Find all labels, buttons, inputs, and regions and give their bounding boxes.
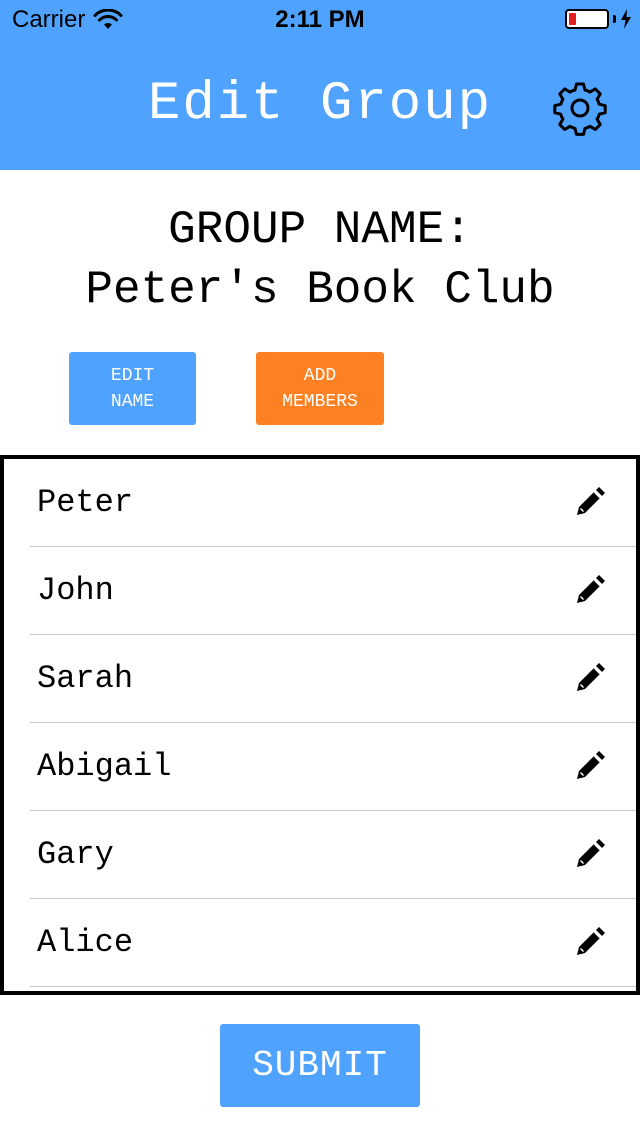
header-bar: Carrier 2:11 PM Edit Group [0,0,640,170]
status-time: 2:11 PM [275,6,365,33]
members-list[interactable]: Peter John Sarah Abigail Gary Alice [0,455,640,995]
pencil-icon[interactable] [572,926,606,960]
pencil-icon[interactable] [572,838,606,872]
pencil-icon[interactable] [572,750,606,784]
member-row[interactable]: John [30,547,636,635]
member-row[interactable]: Peter [30,459,636,547]
charging-bolt-icon [621,9,631,29]
member-row[interactable]: Abigail [30,723,636,811]
member-name: Sarah [37,660,134,697]
gear-icon [553,82,607,136]
settings-button[interactable] [550,78,610,138]
add-members-button[interactable]: ADD MEMBERS [256,352,384,425]
submit-button[interactable]: SUBMIT [220,1024,420,1107]
member-row[interactable]: Sarah [30,635,636,723]
member-row[interactable]: Gary [30,811,636,899]
battery-level [569,13,577,25]
battery-tip [613,15,616,23]
member-name: John [37,572,114,609]
group-name-block: GROUP NAME: Peter's Book Club [0,200,640,320]
group-name-label: GROUP NAME: [168,204,472,256]
page-title: Edit Group [147,74,493,135]
pencil-icon[interactable] [572,662,606,696]
member-name: Gary [37,836,114,873]
member-name: Alice [37,924,134,961]
pencil-icon[interactable] [572,486,606,520]
status-bar: Carrier 2:11 PM [0,0,640,40]
member-name: Abigail [37,748,172,785]
pencil-icon[interactable] [572,574,606,608]
battery-indicator [565,9,632,29]
battery-icon [565,9,609,29]
member-row[interactable]: Alice [30,899,636,987]
member-name: Peter [37,484,134,521]
edit-name-button[interactable]: EDIT NAME [69,352,196,425]
group-name-value: Peter's Book Club [85,264,555,316]
